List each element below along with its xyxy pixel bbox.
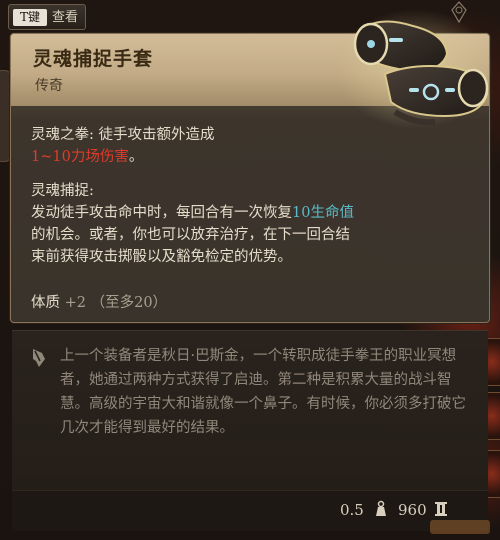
weight-value: 0.5 (340, 501, 364, 519)
stat-name: 体质 (31, 295, 60, 311)
watermark (430, 520, 490, 534)
stat-bonus: 体质 +2 （至多20） (31, 292, 167, 314)
soul-catching-gloves-icon (337, 9, 493, 129)
inspect-tab-button[interactable]: T键 查看 (8, 4, 86, 30)
effect-title: 灵魂捕捉: (31, 183, 94, 199)
effect-desc: 徒手攻击额外造成 (98, 127, 215, 143)
item-rarity: 传奇 (35, 78, 63, 94)
stat-value: +2 (64, 295, 86, 311)
effect-line: 发动徒手攻击命中时，每回合有一次恢复10生命值 (31, 202, 471, 224)
effect-line: 1~10力场伤害。 (31, 146, 471, 168)
punctuation: 。 (128, 149, 144, 165)
weight-icon (376, 500, 386, 516)
heal-value: 10生命值 (292, 205, 354, 221)
quill-icon (33, 349, 45, 367)
item-description: 灵魂之拳: 徒手攻击额外造成 1~10力场伤害。 灵魂捕捉: 发动徒手攻击命中时… (31, 124, 471, 280)
hotkey-badge: T键 (13, 9, 47, 26)
item-inspect-screen: T键 查看 灵魂捕捉手套 传奇 灵魂之拳: 徒手攻击额外造成 1~10力场伤害。… (0, 0, 500, 540)
effect-line: 的机会。或者，你也可以放弃治疗，在下一回合结 (31, 227, 350, 243)
price-value: 960 (398, 501, 427, 519)
effect-title: 灵魂之拳: (31, 127, 99, 143)
inspect-tab-label: 查看 (52, 10, 79, 25)
stat-limit: （至多20） (90, 295, 168, 311)
damage-value: 1~10力场伤害 (31, 149, 129, 165)
effect-desc: 发动徒手攻击命中时，每回合有一次恢复 (31, 205, 292, 221)
effect-line: 束前获得攻击掷骰以及豁免检定的优势。 (31, 249, 292, 265)
coin-icon (435, 502, 447, 516)
effect-block: 灵魂捕捉: 发动徒手攻击命中时，每回合有一次恢复10生命值 的机会。或者，你也可… (31, 180, 471, 268)
item-name: 灵魂捕捉手套 (33, 48, 154, 70)
lore-text: 上一个装备者是秋日·巴斯金，一个转职成徒手拳王的职业冥想者，她通过两种方式获得了… (60, 348, 466, 436)
